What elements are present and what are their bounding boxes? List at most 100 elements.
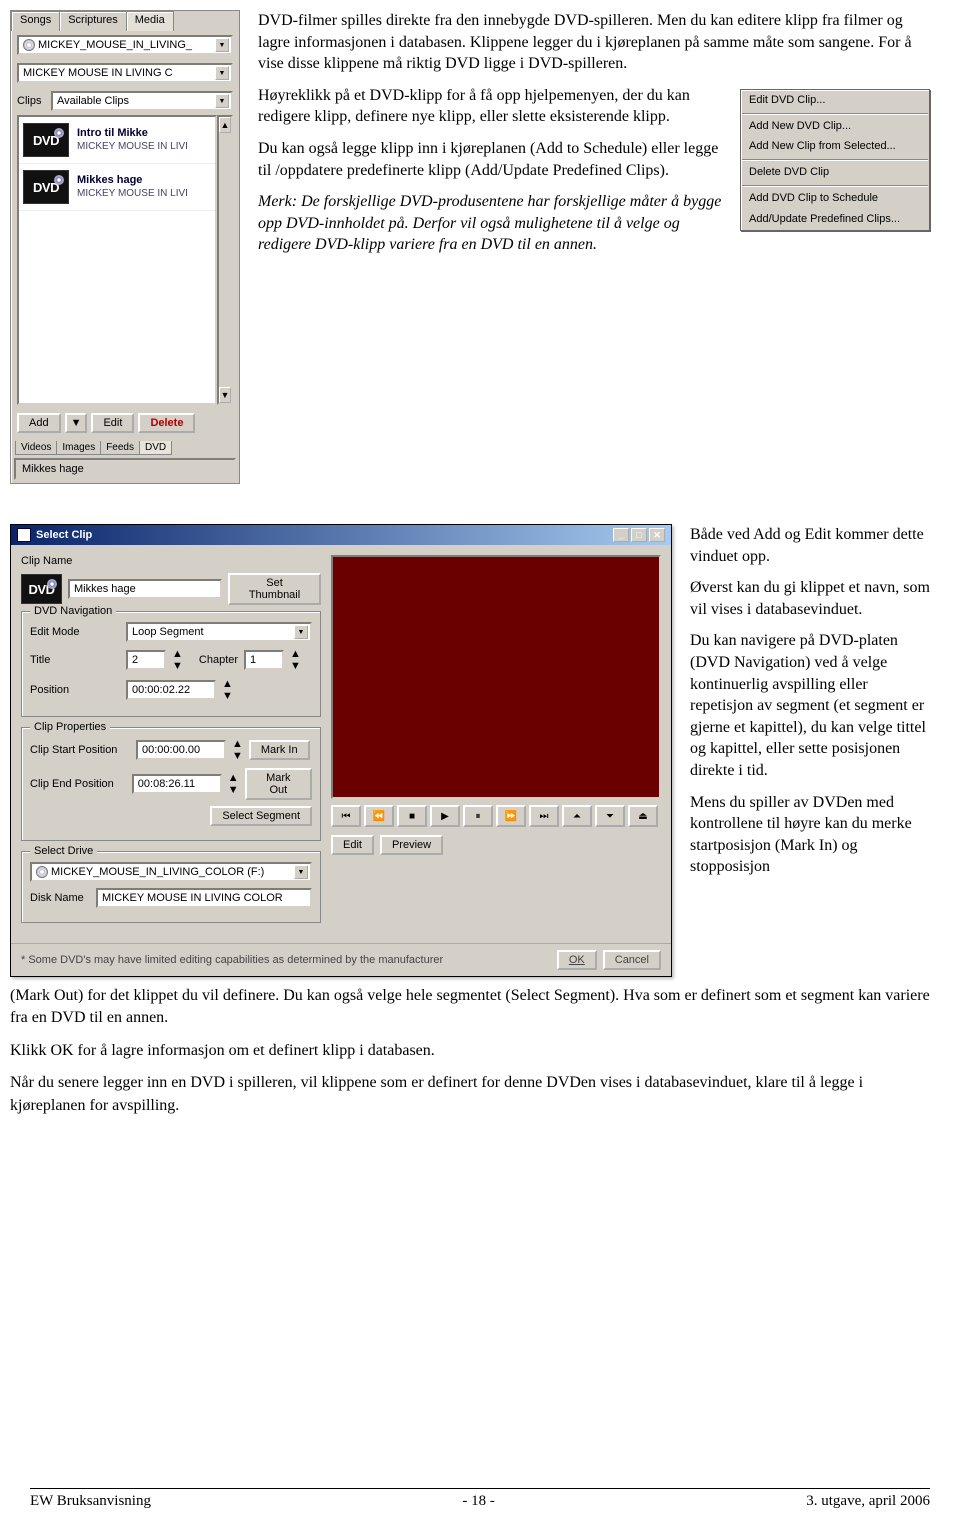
window-icon — [17, 528, 31, 542]
tab-scriptures[interactable]: Scriptures — [59, 11, 127, 31]
clip-properties-group: Clip Properties Clip Start Position ▲▼ M… — [21, 727, 321, 841]
add-button[interactable]: Add — [17, 413, 61, 433]
footer-right: 3. utgave, april 2006 — [806, 1493, 930, 1510]
spinner-down-icon[interactable]: ▼ — [222, 690, 233, 702]
body-paragraph: DVD-filmer spilles direkte fra den inneb… — [258, 10, 930, 75]
body-paragraph: Klikk OK for å lagre informasjon om et d… — [10, 1040, 930, 1062]
end-pos-input[interactable] — [132, 774, 222, 794]
group-legend: Clip Properties — [30, 721, 110, 733]
disc-icon — [36, 866, 48, 878]
chevron-down-icon[interactable]: ▼ — [294, 865, 308, 879]
video-preview[interactable] — [331, 555, 661, 799]
chevron-down-icon[interactable]: ▼ — [215, 38, 229, 52]
chevron-down-icon[interactable]: ▼ — [215, 66, 229, 80]
close-icon[interactable]: ✕ — [649, 528, 665, 542]
clip-name-label: Clip Name — [21, 555, 111, 567]
ffwd-icon[interactable]: ⏩ — [496, 805, 526, 827]
group-legend: Select Drive — [30, 845, 97, 857]
title-spinner[interactable] — [126, 650, 166, 670]
spinner-up-icon[interactable]: ▲ — [290, 648, 301, 660]
ok-button[interactable]: OK — [557, 950, 597, 970]
disclaimer-text: * Some DVD's may have limited editing ca… — [21, 954, 443, 966]
transport-controls: ⏮ ⏪ ■ ▶ ⏸ ⏩ ⏭ ⏶ ⏷ ⏏ — [331, 799, 661, 827]
cancel-button[interactable]: Cancel — [603, 950, 661, 970]
context-menu: Edit DVD Clip... Add New DVD Clip... Add… — [740, 89, 930, 231]
edit-mode-select[interactable]: Loop Segment ▼ — [126, 622, 312, 642]
drive-combo-value: MICKEY_MOUSE_IN_LIVING_COLOR (F:) — [51, 866, 264, 878]
mark-out-button[interactable]: Mark Out — [245, 768, 312, 800]
list-item[interactable]: DVD Intro til Mikke MICKEY MOUSE IN LIVI — [19, 117, 215, 164]
footer-left: EW Bruksanvisning — [30, 1493, 151, 1510]
menu-add-new-clip[interactable]: Add New DVD Clip... — [741, 116, 929, 137]
skip-back-icon[interactable]: ⏮ — [331, 805, 361, 827]
menu-separator — [742, 185, 928, 186]
rewind-icon[interactable]: ⏪ — [364, 805, 394, 827]
media-bottom-tabs: Videos Images Feeds DVD — [11, 441, 239, 455]
titlebar[interactable]: Select Clip _ □ ✕ — [11, 525, 671, 545]
tab-dvd[interactable]: DVD — [139, 441, 172, 455]
scroll-down-icon[interactable]: ▼ — [219, 387, 231, 403]
select-segment-button[interactable]: Select Segment — [210, 806, 312, 826]
menu-separator — [742, 113, 928, 114]
add-menu-button[interactable]: ▼ — [65, 413, 88, 433]
edit-mode-button[interactable]: Edit — [331, 835, 374, 855]
spinner-down-icon[interactable]: ▼ — [290, 660, 301, 672]
dvd-thumb-icon: DVD — [23, 123, 69, 157]
title-label: Title — [30, 654, 120, 666]
spinner-up-icon[interactable]: ▲ — [222, 678, 233, 690]
nav-down-icon[interactable]: ⏷ — [595, 805, 625, 827]
edit-button[interactable]: Edit — [91, 413, 134, 433]
preview-button[interactable]: Preview — [380, 835, 443, 855]
tab-videos[interactable]: Videos — [15, 441, 57, 455]
spinner-down-icon[interactable]: ▼ — [228, 784, 239, 796]
nav-up-icon[interactable]: ⏶ — [562, 805, 592, 827]
skip-fwd-icon[interactable]: ⏭ — [529, 805, 559, 827]
tab-media[interactable]: Media — [126, 11, 174, 31]
scroll-up-icon[interactable]: ▲ — [219, 117, 231, 133]
disc-icon — [23, 39, 35, 51]
media-top-tabs: Songs Scriptures Media — [11, 11, 239, 31]
play-icon[interactable]: ▶ — [430, 805, 460, 827]
list-item[interactable]: DVD Mikkes hage MICKEY MOUSE IN LIVI — [19, 164, 215, 211]
window-title: Select Clip — [36, 529, 92, 541]
spinner-down-icon[interactable]: ▼ — [172, 660, 183, 672]
volume-select[interactable]: MICKEY MOUSE IN LIVING C ▼ — [17, 63, 233, 83]
page-footer: EW Bruksanvisning - 18 - 3. utgave, apri… — [30, 1488, 930, 1510]
chevron-down-icon[interactable]: ▼ — [215, 94, 229, 108]
body-paragraph: Både ved Add og Edit kommer dette vindue… — [690, 524, 930, 567]
pause-icon[interactable]: ⏸ — [463, 805, 493, 827]
tab-images[interactable]: Images — [56, 441, 101, 455]
minimize-icon[interactable]: _ — [613, 528, 629, 542]
drive-combo[interactable]: MICKEY_MOUSE_IN_LIVING_COLOR (F:) ▼ — [30, 862, 312, 882]
disk-name-input[interactable] — [96, 888, 312, 908]
spinner-down-icon[interactable]: ▼ — [232, 750, 243, 762]
body-paragraph: (Mark Out) for det klippet du vil define… — [10, 985, 930, 1030]
edit-mode-label: Edit Mode — [30, 626, 120, 638]
menu-update-predefined[interactable]: Add/Update Predefined Clips... — [741, 209, 929, 230]
set-thumbnail-button[interactable]: Set Thumbnail — [228, 573, 321, 605]
spinner-up-icon[interactable]: ▲ — [228, 772, 239, 784]
spinner-up-icon[interactable]: ▲ — [172, 648, 183, 660]
tab-songs[interactable]: Songs — [11, 11, 60, 31]
menu-add-to-schedule[interactable]: Add DVD Clip to Schedule — [741, 188, 929, 209]
drive-select[interactable]: MICKEY_MOUSE_IN_LIVING_ ▼ — [17, 35, 233, 55]
mark-in-button[interactable]: Mark In — [249, 740, 310, 760]
tab-feeds[interactable]: Feeds — [100, 441, 140, 455]
start-pos-input[interactable] — [136, 740, 226, 760]
menu-edit-clip[interactable]: Edit DVD Clip... — [741, 90, 929, 111]
eject-icon[interactable]: ⏏ — [628, 805, 658, 827]
maximize-icon[interactable]: □ — [631, 528, 647, 542]
position-input[interactable] — [126, 680, 216, 700]
clips-filter[interactable]: Available Clips ▼ — [51, 91, 233, 111]
menu-add-from-selected[interactable]: Add New Clip from Selected... — [741, 136, 929, 157]
group-legend: DVD Navigation — [30, 605, 116, 617]
menu-delete-clip[interactable]: Delete DVD Clip — [741, 162, 929, 183]
body-paragraph: Øverst kan du gi klippet et navn, som vi… — [690, 577, 930, 620]
chevron-down-icon[interactable]: ▼ — [294, 625, 308, 639]
delete-button[interactable]: Delete — [138, 413, 195, 433]
clip-list[interactable]: DVD Intro til Mikke MICKEY MOUSE IN LIVI… — [17, 115, 217, 405]
stop-icon[interactable]: ■ — [397, 805, 427, 827]
spinner-up-icon[interactable]: ▲ — [232, 738, 243, 750]
clip-name-input[interactable] — [68, 579, 222, 599]
chapter-spinner[interactable] — [244, 650, 284, 670]
